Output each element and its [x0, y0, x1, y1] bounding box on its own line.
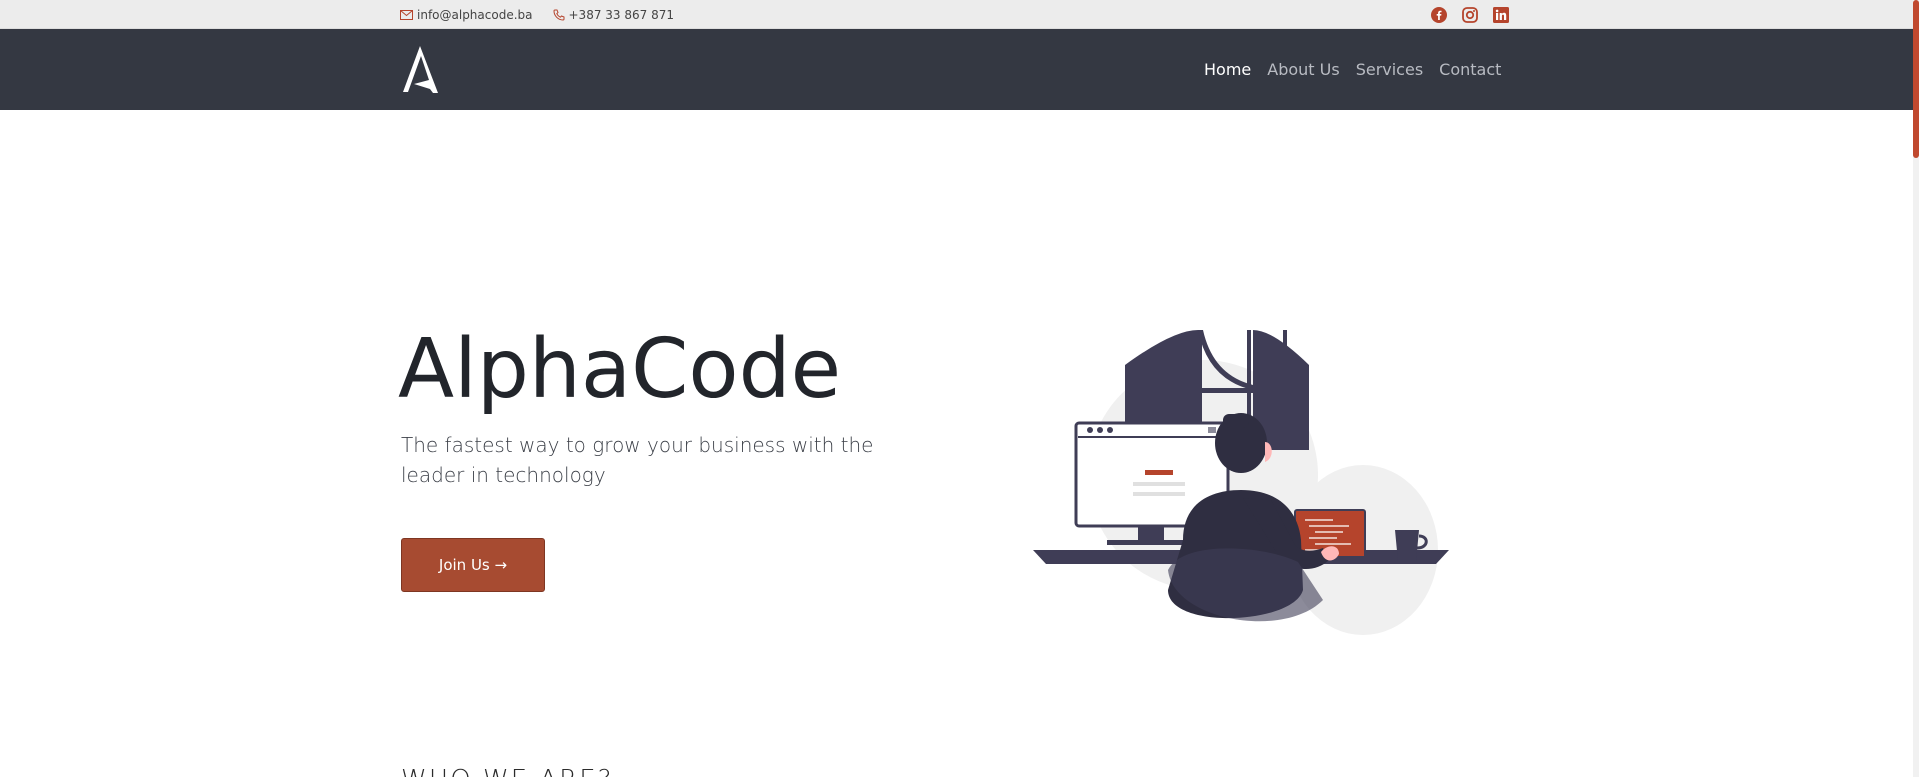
facebook-icon[interactable]	[1430, 6, 1448, 24]
contact-info: info@alphacode.ba +387 33 867 871	[400, 0, 694, 29]
nav-home[interactable]: Home	[1204, 60, 1251, 79]
email-text: info@alphacode.ba	[417, 7, 533, 22]
nav-services[interactable]: Services	[1356, 60, 1423, 79]
phone-icon	[552, 9, 564, 21]
top-info-bar: info@alphacode.ba +387 33 867 871	[0, 0, 1913, 29]
mail-icon	[400, 9, 413, 20]
nav-about-us[interactable]: About Us	[1267, 60, 1339, 79]
nav-contact[interactable]: Contact	[1439, 60, 1501, 79]
hero-title: AlphaCode	[398, 322, 842, 417]
social-links	[1430, 6, 1523, 24]
phone-text: +387 33 867 871	[568, 7, 674, 22]
join-us-button[interactable]: Join Us →	[401, 538, 545, 592]
scrollbar-thumb[interactable]	[1913, 0, 1919, 158]
nav-links: Home About Us Services Contact	[1204, 29, 1517, 110]
instagram-icon[interactable]	[1461, 6, 1479, 24]
linkedin-icon[interactable]	[1492, 6, 1510, 24]
who-we-are-heading: WHO WE ARE?	[401, 765, 613, 777]
developer-illustration	[1033, 330, 1449, 635]
page-scrollbar[interactable]	[1913, 0, 1919, 777]
main-navbar: Home About Us Services Contact	[0, 29, 1913, 110]
email-item[interactable]: info@alphacode.ba	[400, 8, 533, 22]
alphacode-logo[interactable]	[400, 44, 442, 96]
hero-subtitle: The fastest way to grow your business wi…	[401, 433, 874, 487]
phone-item[interactable]: +387 33 867 871	[552, 7, 674, 22]
